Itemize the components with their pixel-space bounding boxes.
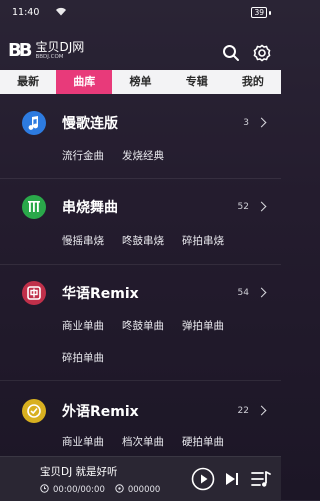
category-title: 慢歌连版 [62, 116, 118, 132]
category-count: 3 [243, 118, 249, 128]
tab-albums[interactable]: 专辑 [169, 70, 225, 94]
chinese-char-icon [22, 281, 46, 305]
tag-link[interactable]: 咚鼓单曲 [122, 318, 164, 333]
status-bar: 11:40 39 [0, 0, 281, 26]
music-note-icon [22, 111, 46, 135]
tag-link[interactable]: 弹拍单曲 [182, 318, 224, 333]
record-icon [22, 399, 46, 423]
category-title: 外语Remix [62, 404, 139, 420]
category-count: 54 [237, 288, 249, 298]
chevron-right-icon [256, 201, 267, 212]
category-foreign-remix[interactable]: 外语Remix 22 商业单曲 档次单曲 硬拍单曲 [0, 380, 281, 456]
battery-level: 39 [251, 7, 267, 18]
tag-link[interactable]: 商业单曲 [62, 434, 104, 449]
tab-latest[interactable]: 最新 [0, 70, 56, 94]
dance-music-icon [22, 195, 46, 219]
tag-link[interactable]: 碎拍单曲 [62, 350, 104, 365]
chevron-right-icon [256, 117, 267, 128]
tag-link[interactable]: 商业单曲 [62, 318, 104, 333]
battery-tip [269, 10, 271, 15]
category-count: 52 [237, 202, 249, 212]
chevron-right-icon [256, 287, 267, 298]
tag-link[interactable]: 碎拍串烧 [182, 233, 224, 248]
logo-cn: 宝贝DJ网 [35, 39, 85, 54]
tag-link[interactable]: 硬拍单曲 [182, 434, 224, 449]
logo-en: BBDJ.COM [35, 53, 64, 60]
playlist-button[interactable] [250, 469, 272, 489]
logo-mark: BB [8, 40, 33, 61]
app-logo: BB 宝贝DJ网 BBDJ.COM [8, 40, 84, 61]
tab-charts[interactable]: 榜单 [112, 70, 168, 94]
wifi-icon [55, 7, 67, 19]
category-medley[interactable]: 串烧舞曲 52 慢摇串烧 咚鼓串烧 碎拍串烧 [0, 178, 281, 264]
battery-indicator: 39 [251, 7, 271, 18]
logo-text: 宝贝DJ网 BBDJ.COM [35, 39, 85, 61]
mini-player[interactable]: 宝贝DJ 就是好听 00:00/00:00 000000 [0, 456, 281, 501]
app-header: BB 宝贝DJ网 BBDJ.COM [0, 30, 281, 70]
clock-icon [40, 484, 49, 496]
category-title: 华语Remix [62, 286, 139, 302]
next-button[interactable] [224, 471, 240, 487]
gear-icon[interactable] [252, 43, 272, 63]
status-time: 11:40 [12, 7, 40, 18]
category-count: 22 [237, 406, 249, 416]
category-title: 串烧舞曲 [62, 200, 118, 216]
tag-link[interactable]: 流行金曲 [62, 148, 104, 163]
headphone-icon [115, 484, 124, 496]
play-button[interactable] [191, 467, 215, 491]
category-chinese-remix[interactable]: 华语Remix 54 商业单曲 咚鼓单曲 弹拍单曲 碎拍单曲 [0, 264, 281, 380]
tag-link[interactable]: 咚鼓串烧 [122, 233, 164, 248]
category-slow-songs[interactable]: 慢歌连版 3 流行金曲 发烧经典 [0, 96, 281, 178]
player-meta: 00:00/00:00 000000 [40, 484, 160, 496]
tag-link[interactable]: 档次单曲 [122, 434, 164, 449]
tag-link[interactable]: 慢摇串烧 [62, 233, 104, 248]
chevron-right-icon [256, 405, 267, 416]
tab-library[interactable]: 曲库 [56, 70, 113, 94]
tab-mine[interactable]: 我的 [225, 70, 281, 94]
player-plays: 000000 [127, 485, 161, 495]
category-tabs: 最新 曲库 榜单 专辑 我的 [0, 70, 281, 94]
tag-link[interactable]: 发烧经典 [122, 148, 164, 163]
search-icon[interactable] [222, 44, 240, 62]
player-time: 00:00/00:00 [53, 485, 105, 495]
player-title: 宝贝DJ 就是好听 [40, 466, 118, 478]
